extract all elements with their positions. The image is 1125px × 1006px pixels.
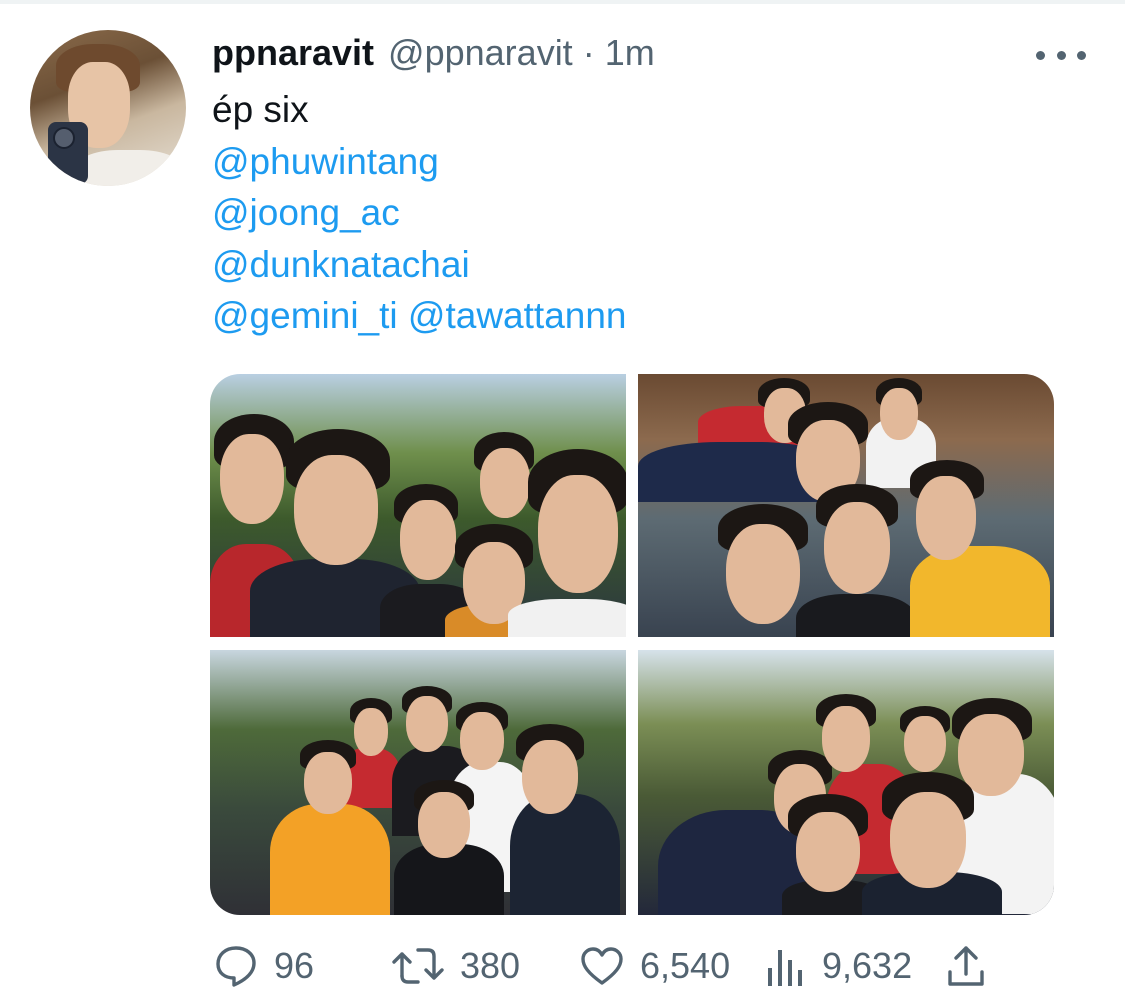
reply-button[interactable]: 96 (212, 936, 314, 996)
avatar-shirt (74, 150, 184, 186)
tweet-header: ppnaravit @ppnaravit · 1m (212, 32, 655, 82)
media-photo[interactable] (210, 650, 626, 915)
tweet-actions: 96 380 6,540 9,632 (212, 936, 1012, 996)
like-button[interactable]: 6,540 (578, 936, 730, 996)
mention-link[interactable]: @joong_ac (212, 192, 400, 233)
reply-bubble-icon (212, 942, 260, 990)
like-count: 6,540 (640, 945, 731, 986)
avatar-phone-camera (55, 129, 73, 147)
separator-dot: · (582, 32, 595, 73)
more-horizontal-icon (1077, 50, 1086, 60)
media-photo[interactable] (638, 374, 1054, 637)
retweet-button[interactable]: 380 (390, 936, 520, 996)
mention-link[interactable]: @tawattannn (408, 295, 627, 336)
share-upload-icon (942, 942, 990, 990)
top-divider (0, 0, 1125, 4)
share-button[interactable] (942, 936, 990, 996)
mention-link[interactable]: @phuwintang (212, 141, 439, 182)
heart-icon (578, 942, 626, 990)
tweet-text: ép six @phuwintang @joong_ac @dunknatach… (212, 84, 627, 342)
more-horizontal-icon (1036, 50, 1045, 60)
user-handle[interactable]: @ppnaravit (388, 32, 573, 74)
views-bar-chart-icon (764, 942, 808, 990)
display-name[interactable]: ppnaravit (212, 32, 374, 74)
retweet-count: 380 (460, 945, 521, 986)
media-photo[interactable] (210, 374, 626, 637)
mention-link[interactable]: @dunknatachai (212, 244, 470, 285)
media-grid (210, 374, 1054, 915)
retweet-icon (390, 942, 446, 990)
tweet-text-line: ép six (212, 89, 309, 130)
more-options-button[interactable] (1036, 40, 1086, 70)
views-button[interactable]: 9,632 (764, 936, 912, 996)
avatar[interactable] (30, 30, 186, 186)
reply-count: 96 (274, 945, 315, 986)
views-count: 9,632 (822, 945, 913, 986)
timestamp[interactable]: 1m (605, 32, 655, 74)
mention-link[interactable]: @gemini_ti (212, 295, 398, 336)
more-horizontal-icon (1056, 50, 1066, 60)
media-photo[interactable] (638, 650, 1054, 915)
